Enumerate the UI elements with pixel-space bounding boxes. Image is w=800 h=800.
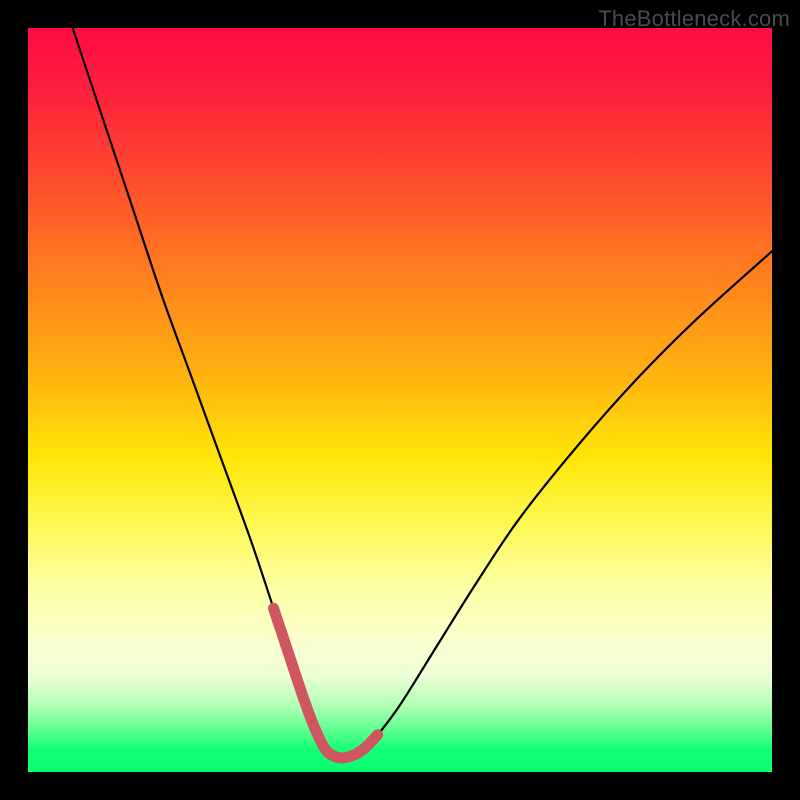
outer-frame: TheBottleneck.com (0, 0, 800, 800)
bottleneck-curve (73, 28, 772, 758)
plot-area (28, 28, 772, 772)
curve-svg (28, 28, 772, 772)
highlight-band (274, 608, 378, 758)
